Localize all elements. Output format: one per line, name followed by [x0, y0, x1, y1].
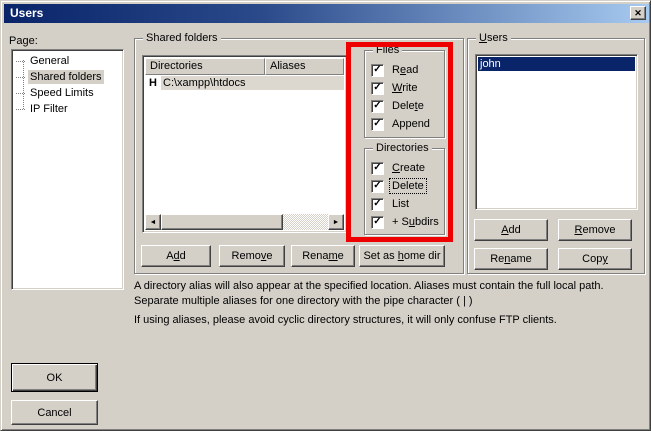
checkbox-label: Append [390, 117, 432, 131]
checkbox-box: ✓ [371, 180, 384, 193]
checkbox-dirs-list[interactable]: ✓ List [371, 197, 411, 211]
check-icon: ✓ [373, 163, 381, 173]
users-list[interactable]: john [475, 54, 638, 210]
page-item-ip-filter[interactable]: IP Filter [12, 101, 123, 117]
add-folder-label: Add [166, 250, 186, 262]
remove-folder-label: Remove [232, 250, 273, 262]
user-item-john[interactable]: john [478, 57, 635, 71]
checkbox-files-read[interactable]: ✓ Read [371, 63, 420, 77]
checkbox-dirs-subdirs[interactable]: ✓ + Subdirs [371, 215, 441, 229]
add-user-button[interactable]: Add [474, 219, 548, 241]
check-icon: ✓ [373, 181, 381, 191]
add-folder-button[interactable]: Add [141, 245, 211, 267]
files-caption: Files [373, 44, 402, 57]
remove-user-button[interactable]: Remove [558, 219, 632, 241]
rename-folder-button[interactable]: Rename [291, 245, 355, 267]
page-item-label: General [28, 54, 71, 68]
checkbox-box: ✓ [371, 64, 384, 77]
checkbox-label-focused: Delete [390, 179, 426, 193]
page-item-speed-limits[interactable]: Speed Limits [12, 85, 123, 101]
page-item-label-selected: Shared folders [28, 70, 104, 84]
tree-branch-icon [16, 77, 25, 78]
tree-branch-icon [16, 61, 25, 62]
users-group: Users john Add Remove Rename Copy [467, 38, 645, 274]
title-bar[interactable]: Users ✕ [4, 4, 649, 23]
checkbox-label: Create [390, 161, 427, 175]
directories-list[interactable]: Directories Aliases H C:\xampp\htdocs ◄ … [142, 55, 347, 233]
set-home-dir-button[interactable]: Set as home dir [359, 245, 445, 267]
page-label: Page: [9, 35, 38, 47]
checkbox-files-append[interactable]: ✓ Append [371, 117, 432, 131]
alias-note: A directory alias will also appear at th… [134, 279, 646, 309]
page-item-label: Speed Limits [28, 86, 96, 100]
tree-branch-icon [16, 109, 25, 110]
h-scrollbar[interactable]: ◄ ► [145, 214, 344, 230]
checkbox-files-write[interactable]: ✓ Write [371, 81, 419, 95]
check-icon: ✓ [373, 119, 381, 129]
column-header-directories[interactable]: Directories [145, 58, 265, 75]
checkbox-label: Write [390, 81, 419, 95]
home-flag: H [145, 77, 161, 89]
ok-button[interactable]: OK [11, 363, 98, 392]
checkbox-files-delete[interactable]: ✓ Delete [371, 99, 426, 113]
directories-list-header: Directories Aliases [145, 58, 344, 75]
set-home-dir-label: Set as home dir [363, 250, 440, 262]
tree-branch-icon [16, 93, 25, 94]
page-item-general[interactable]: General [12, 53, 123, 69]
cancel-label: Cancel [37, 407, 71, 419]
cyclic-note: If using aliases, please avoid cyclic di… [134, 313, 646, 328]
checkbox-box: ✓ [371, 162, 384, 175]
close-icon: ✕ [634, 9, 642, 18]
add-user-label: Add [501, 224, 521, 236]
scroll-right-button[interactable]: ► [328, 214, 344, 230]
page-item-label: IP Filter [28, 102, 70, 116]
remove-folder-button[interactable]: Remove [219, 245, 285, 267]
check-icon: ✓ [373, 217, 381, 227]
users-caption: Users [476, 32, 511, 45]
checkbox-label: List [390, 197, 411, 211]
check-icon: ✓ [373, 83, 381, 93]
checkbox-label: Delete [390, 99, 426, 113]
column-header-aliases[interactable]: Aliases [265, 58, 344, 75]
remove-user-label: Remove [575, 224, 616, 236]
checkbox-dirs-delete[interactable]: ✓ Delete [371, 179, 426, 193]
page-item-shared-folders[interactable]: Shared folders [12, 69, 123, 85]
directories-caption: Directories [373, 142, 432, 155]
cancel-button[interactable]: Cancel [11, 400, 98, 425]
users-dialog: Users ✕ Page: General Shared folders Spe… [0, 0, 651, 431]
scroll-left-button[interactable]: ◄ [145, 214, 161, 230]
check-icon: ✓ [373, 65, 381, 75]
window-title: Users [10, 6, 43, 20]
checkbox-label: Read [390, 63, 420, 77]
directories-permissions-group: Directories ✓ Create ✓ Delete ✓ List ✓ +… [364, 148, 445, 235]
scroll-thumb[interactable] [161, 214, 283, 230]
rename-user-button[interactable]: Rename [474, 248, 548, 270]
copy-user-button[interactable]: Copy [558, 248, 632, 270]
checkbox-box: ✓ [371, 118, 384, 131]
rename-folder-label: Rename [302, 250, 344, 262]
files-permissions-group: Files ✓ Read ✓ Write ✓ Delete ✓ Append [364, 50, 445, 138]
checkbox-label: + Subdirs [390, 215, 441, 229]
checkbox-dirs-create[interactable]: ✓ Create [371, 161, 427, 175]
arrow-left-icon: ◄ [150, 219, 157, 226]
check-icon: ✓ [373, 101, 381, 111]
arrow-right-icon: ► [333, 219, 340, 226]
rename-user-label: Rename [490, 253, 532, 265]
scroll-track[interactable] [283, 214, 328, 230]
directory-path: C:\xampp\htdocs [161, 76, 344, 90]
checkbox-box: ✓ [371, 100, 384, 113]
copy-user-label: Copy [582, 253, 608, 265]
shared-folders-caption: Shared folders [143, 32, 221, 45]
ok-label: OK [47, 372, 63, 384]
check-icon: ✓ [373, 199, 381, 209]
checkbox-box: ✓ [371, 82, 384, 95]
close-button[interactable]: ✕ [630, 6, 646, 20]
directory-row[interactable]: H C:\xampp\htdocs [145, 75, 344, 90]
checkbox-box: ✓ [371, 198, 384, 211]
page-list[interactable]: General Shared folders Speed Limits IP F… [11, 49, 124, 290]
checkbox-box: ✓ [371, 216, 384, 229]
